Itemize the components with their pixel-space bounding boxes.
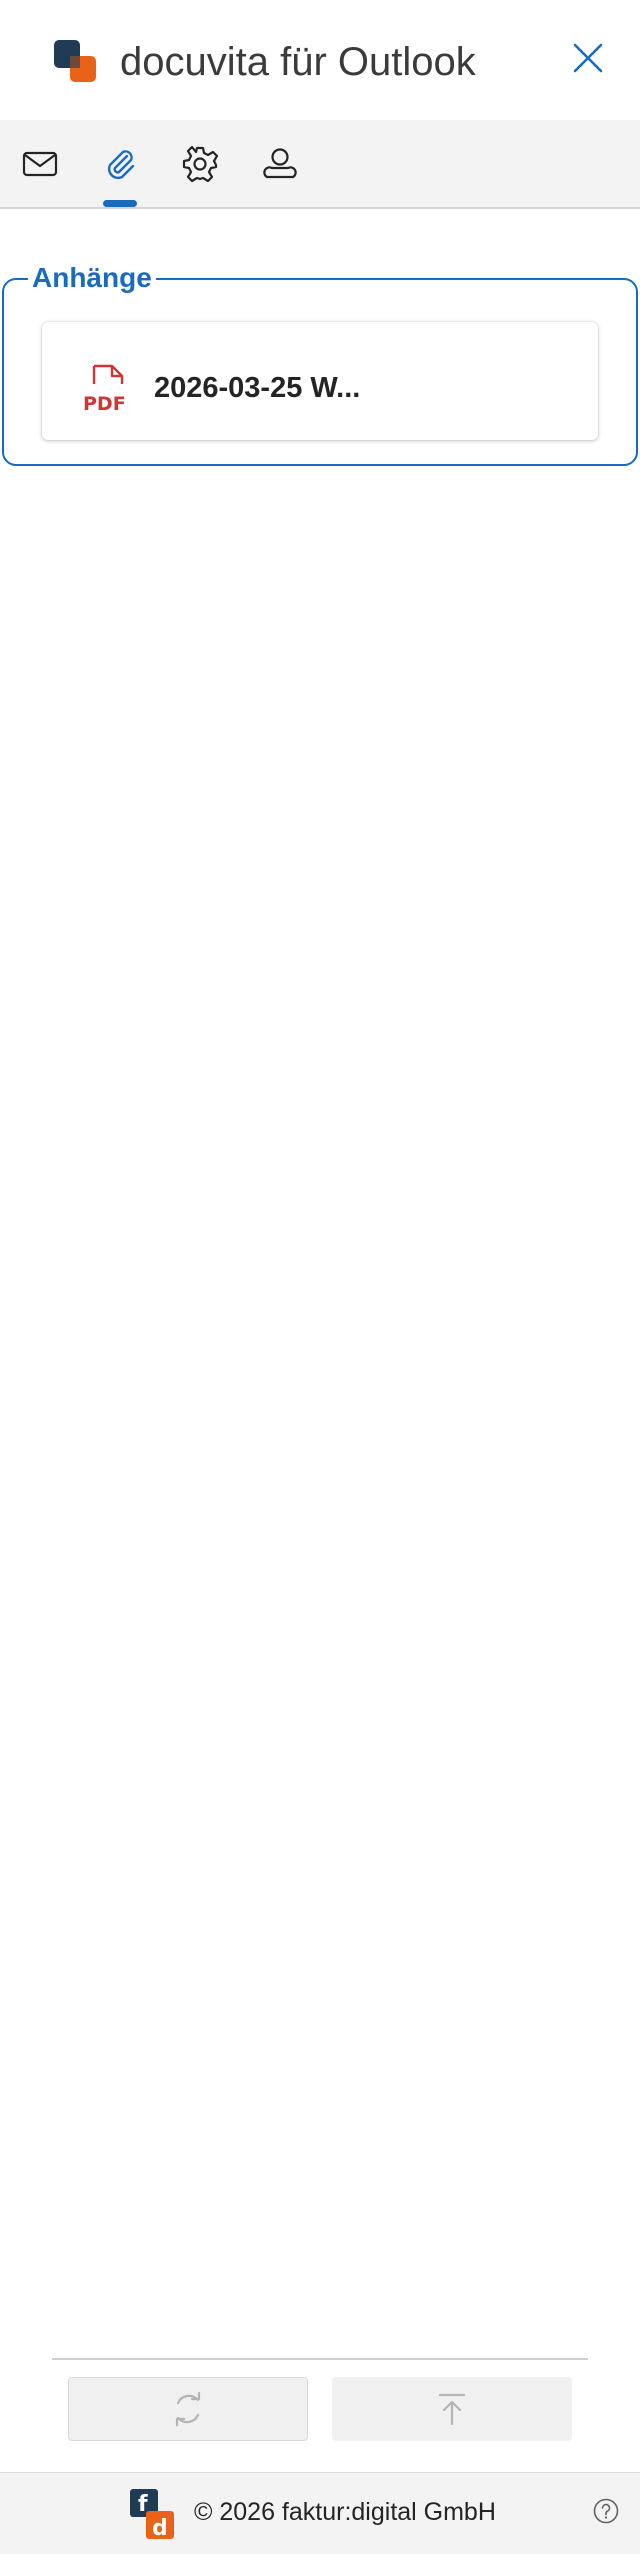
svg-text:d: d bbox=[152, 2516, 168, 2539]
docuvita-logo bbox=[54, 40, 96, 82]
tab-mail[interactable] bbox=[14, 138, 66, 190]
active-tab-indicator bbox=[103, 200, 137, 207]
faktur-digital-logo: f d bbox=[130, 2489, 174, 2539]
svg-text:PDF: PDF bbox=[83, 393, 126, 414]
upload-button[interactable] bbox=[332, 2377, 572, 2441]
actions-divider bbox=[52, 2358, 588, 2360]
tab-settings[interactable] bbox=[174, 138, 226, 190]
attachment-item[interactable]: PDF 2026-03-25 W... bbox=[42, 322, 598, 440]
tab-attachments[interactable] bbox=[94, 138, 146, 190]
close-button[interactable] bbox=[566, 36, 610, 80]
refresh-icon bbox=[175, 2391, 201, 2427]
help-button[interactable] bbox=[592, 2497, 620, 2525]
footer: f d © 2026 faktur:digital GmbH bbox=[0, 2472, 640, 2554]
attachment-filename: 2026-03-25 W... bbox=[154, 372, 361, 404]
attachments-legend: Anhänge bbox=[28, 260, 156, 296]
gear-icon bbox=[182, 145, 219, 183]
refresh-button[interactable] bbox=[68, 2377, 308, 2441]
tab-user[interactable] bbox=[254, 138, 306, 190]
app-title: docuvita für Outlook bbox=[120, 40, 476, 84]
svg-text:f: f bbox=[138, 2492, 148, 2517]
copyright-text: © 2026 faktur:digital GmbH bbox=[194, 2498, 496, 2526]
upload-icon bbox=[438, 2393, 466, 2426]
paperclip-icon bbox=[107, 150, 135, 180]
help-icon bbox=[593, 2498, 619, 2524]
mail-icon bbox=[22, 151, 58, 177]
user-icon bbox=[263, 148, 297, 179]
pdf-icon: PDF bbox=[82, 364, 130, 415]
title-bar: docuvita für Outlook bbox=[0, 0, 640, 120]
tab-bar bbox=[0, 120, 640, 209]
close-icon bbox=[573, 43, 603, 73]
